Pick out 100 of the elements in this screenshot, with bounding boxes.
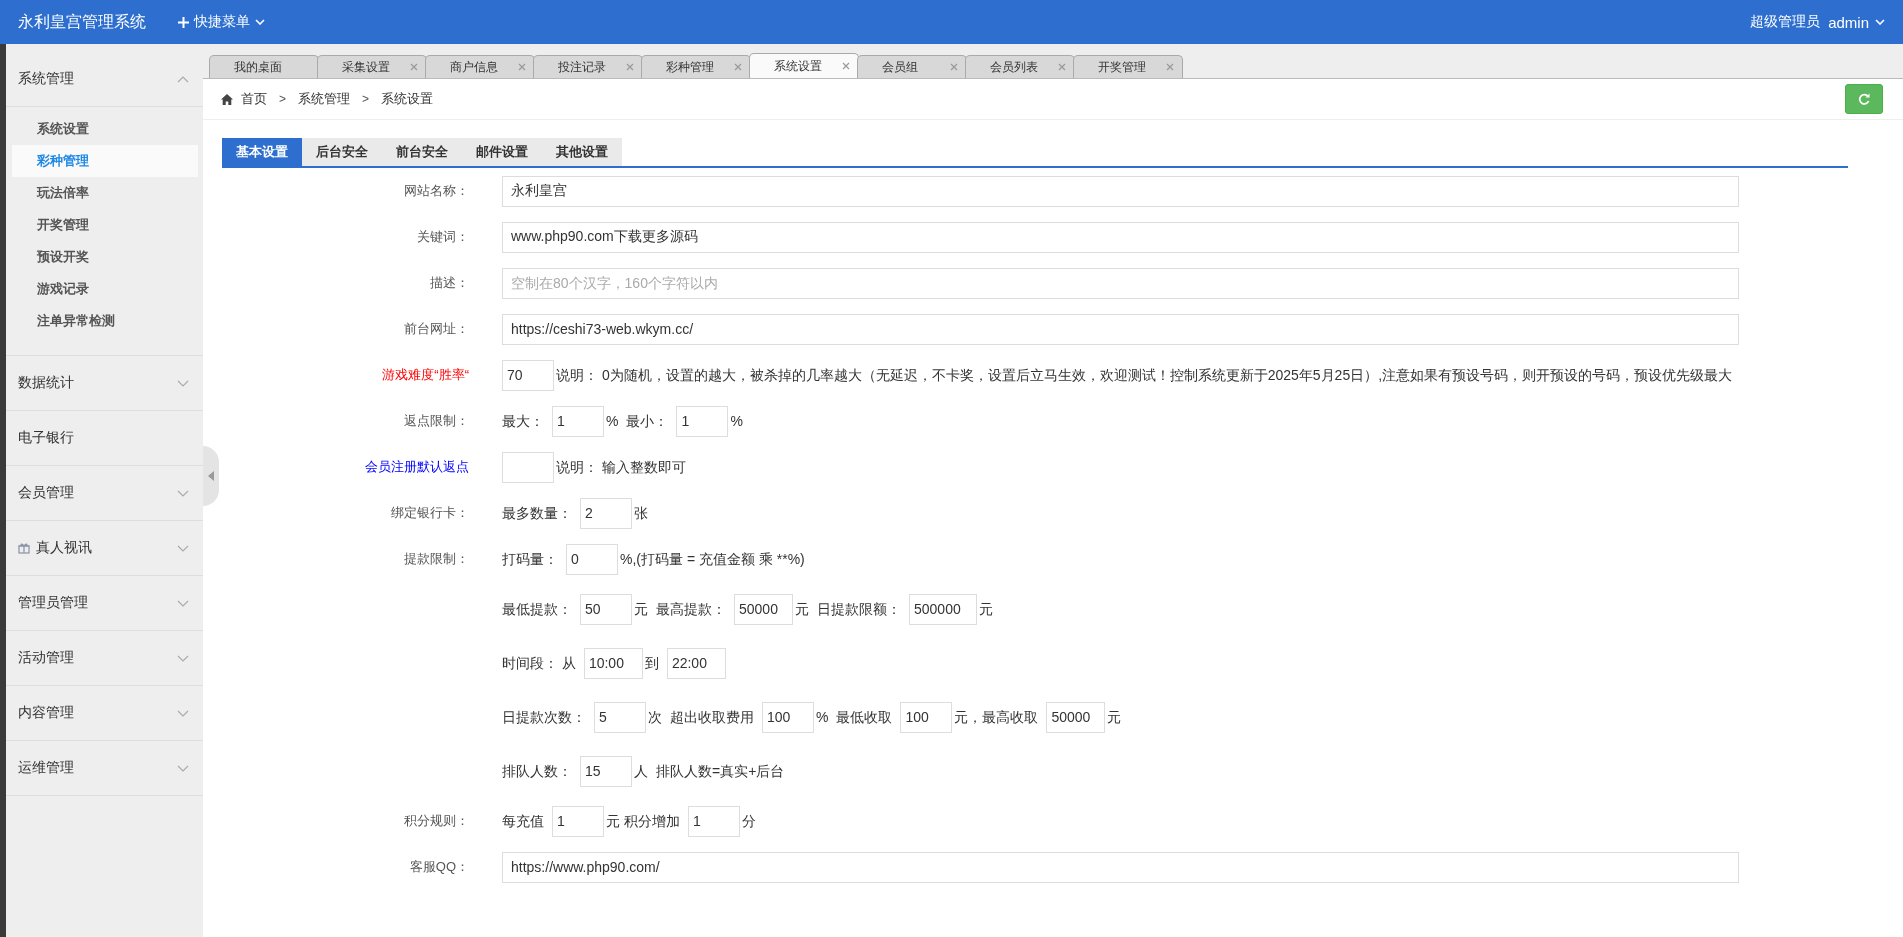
sidebar-group[interactable]: 内容管理 <box>6 686 203 741</box>
field-text: %,(打码量 = 充值金额 乘 **%) <box>620 551 805 567</box>
page-tab[interactable]: 采集设置 <box>317 55 427 78</box>
page-tab[interactable]: 会员组 <box>857 55 967 78</box>
page-tab[interactable]: 系统设置 <box>749 53 859 78</box>
close-icon[interactable] <box>410 63 418 71</box>
settings-tab[interactable]: 其他设置 <box>542 138 622 166</box>
close-icon[interactable] <box>734 63 742 71</box>
breadcrumb-link[interactable]: 系统设置 <box>381 90 434 108</box>
sidebar-group[interactable]: 管理员管理 <box>6 576 203 631</box>
page-tab[interactable]: 彩种管理 <box>641 55 751 78</box>
close-icon[interactable] <box>950 63 958 71</box>
input-field[interactable]: 空制在80个汉字，160个字符以内 <box>502 267 1739 299</box>
input-field[interactable]: 100 <box>762 701 814 733</box>
chevron-up-icon <box>177 75 189 83</box>
input-field[interactable]: 2 <box>580 497 632 529</box>
input-field[interactable]: 1 <box>552 805 604 837</box>
settings-tab[interactable]: 前台安全 <box>382 138 462 166</box>
app-title: 永利皇宫管理系统 <box>18 11 146 32</box>
field-text: % <box>730 413 743 429</box>
page-tab[interactable]: 开奖管理 <box>1073 55 1183 78</box>
input-field[interactable]: 50000 <box>734 593 793 625</box>
field-text: 元 <box>634 601 648 617</box>
close-icon[interactable] <box>626 63 634 71</box>
chevron-down-icon <box>177 599 189 607</box>
field-text: 日提款限额： <box>817 601 901 617</box>
sidebar-item[interactable]: 游戏记录 <box>12 273 198 305</box>
sidebar-group[interactable]: 运维管理 <box>6 741 203 796</box>
sidebar-group[interactable]: 电子银行 <box>6 411 203 466</box>
field-text: 次 <box>648 709 662 725</box>
field-text: 最低收取 <box>836 709 893 725</box>
input-field[interactable]: 10:00 <box>583 647 643 679</box>
breadcrumb-separator: > <box>279 92 286 106</box>
breadcrumb-link[interactable]: 系统管理 <box>298 90 350 108</box>
sidebar-item[interactable]: 玩法倍率 <box>12 177 198 209</box>
field-text: 人 <box>634 763 648 779</box>
input-field[interactable]: 1 <box>552 405 604 437</box>
collapse-handle[interactable] <box>203 446 219 506</box>
page-tab[interactable]: 投注记录 <box>533 55 643 78</box>
field-text: 最大： <box>502 413 544 429</box>
field-text: 元 <box>795 601 809 617</box>
breadcrumb-separator: > <box>362 92 370 106</box>
field-label: 前台网址： <box>404 321 469 336</box>
sidebar-item[interactable]: 注单异常检测 <box>12 305 198 337</box>
sidebar-group[interactable]: 数据统计 <box>6 356 203 411</box>
input-field[interactable]: 100 <box>900 701 953 733</box>
input-field[interactable]: www.php90.com下载更多源码 <box>502 221 1739 253</box>
input-field[interactable]: 50000 <box>1046 701 1106 733</box>
input-field[interactable] <box>502 451 554 483</box>
field-label: 客服QQ： <box>409 859 469 874</box>
field-text: 排队人数： <box>502 763 572 779</box>
settings-tab[interactable]: 后台安全 <box>302 138 382 166</box>
input-field[interactable]: https://www.php90.com/ <box>502 851 1739 883</box>
chevron-down-icon <box>177 489 189 497</box>
breadcrumb-link[interactable]: 首页 <box>241 90 267 108</box>
field-label: 提款限制： <box>404 551 469 566</box>
input-field[interactable]: 1 <box>676 405 729 437</box>
chevron-down-icon <box>177 654 189 662</box>
input-field[interactable]: 22:00 <box>666 647 726 679</box>
field-text: 日提款次数： <box>502 709 586 725</box>
field-text: 元 <box>979 601 993 617</box>
field-text: 最多数量： <box>502 505 572 521</box>
field-text: 到 <box>644 655 659 671</box>
settings-tab[interactable]: 邮件设置 <box>462 138 542 166</box>
chevron-down-icon <box>177 544 189 552</box>
input-field[interactable]: 50 <box>580 593 632 625</box>
field-text: 元，最高收取 <box>954 709 1039 725</box>
input-field[interactable]: https://ceshi73-web.wkym.cc/ <box>502 313 1739 345</box>
sidebar-item[interactable]: 开奖管理 <box>12 209 198 241</box>
close-icon[interactable] <box>1058 63 1066 71</box>
gift-icon <box>18 542 30 554</box>
user-menu-button[interactable]: admin <box>1828 13 1885 31</box>
field-label: 积分规则： <box>404 813 469 828</box>
settings-tab[interactable]: 基本设置 <box>222 138 302 166</box>
input-field[interactable]: 500000 <box>909 593 977 625</box>
input-field[interactable]: 70 <box>502 359 554 391</box>
sidebar-item[interactable]: 系统设置 <box>12 113 198 145</box>
input-field[interactable]: 5 <box>594 701 646 733</box>
sidebar-group[interactable]: 真人视讯 <box>6 521 203 576</box>
input-field[interactable]: 0 <box>566 543 618 575</box>
close-icon[interactable] <box>842 62 850 70</box>
page-tab[interactable]: 商户信息 <box>425 55 535 78</box>
home-icon[interactable] <box>221 93 233 105</box>
field-text: 张 <box>634 505 648 521</box>
page-tab[interactable]: 我的桌面 <box>209 55 319 78</box>
sidebar-item[interactable]: 预设开奖 <box>12 241 198 273</box>
user-role: 超级管理员 <box>1750 13 1821 31</box>
sidebar-group[interactable]: 活动管理 <box>6 631 203 686</box>
input-field[interactable]: 15 <box>580 755 632 787</box>
refresh-button[interactable] <box>1845 84 1883 114</box>
input-field[interactable]: 1 <box>687 805 740 837</box>
field-label: 会员注册默认返点 <box>365 459 469 474</box>
close-icon[interactable] <box>518 63 526 71</box>
close-icon[interactable] <box>1166 63 1174 71</box>
sidebar-item[interactable]: 彩种管理 <box>12 145 198 177</box>
input-field[interactable]: 永利皇宫 <box>502 175 1739 207</box>
field-label: 关键词： <box>417 229 469 244</box>
quick-menu-button[interactable]: 快捷菜单 <box>178 13 265 31</box>
page-tab[interactable]: 会员列表 <box>965 55 1075 78</box>
field-label: 绑定银行卡： <box>391 505 469 520</box>
